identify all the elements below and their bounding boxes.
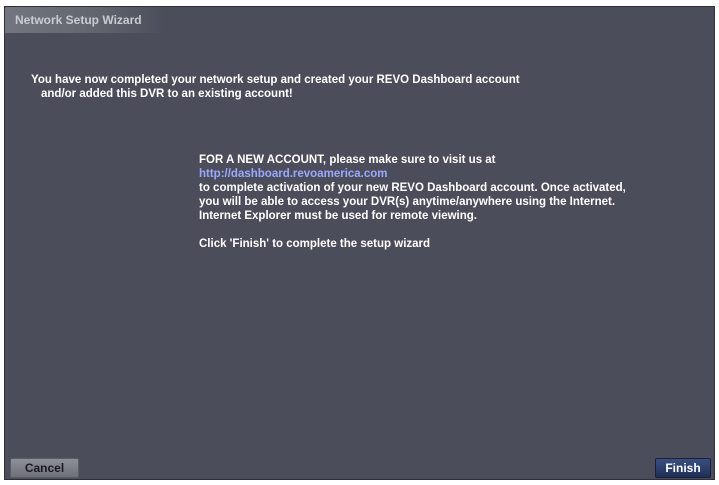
info-line1: FOR A NEW ACCOUNT, please make sure to v… xyxy=(199,154,496,166)
network-setup-wizard-window: Network Setup Wizard You have now comple… xyxy=(4,6,715,480)
window-title: Network Setup Wizard xyxy=(15,13,142,27)
info-line5: Internet Explorer must be used for remot… xyxy=(199,210,477,222)
completion-message: You have now completed your network setu… xyxy=(31,73,520,101)
info-line4: you will be able to access your DVR(s) a… xyxy=(199,196,616,208)
title-bar: Network Setup Wizard xyxy=(5,7,165,33)
finish-button[interactable]: Finish xyxy=(655,458,711,478)
completion-message-line1: You have now completed your network setu… xyxy=(31,74,520,86)
completion-message-line2: and/or added this DVR to an existing acc… xyxy=(41,88,293,100)
cancel-button[interactable]: Cancel xyxy=(10,458,79,478)
finish-instruction: Click 'Finish' to complete the setup wiz… xyxy=(199,238,431,250)
info-line3: to complete activation of your new REVO … xyxy=(199,182,626,194)
new-account-info: FOR A NEW ACCOUNT, please make sure to v… xyxy=(199,153,626,251)
dashboard-link[interactable]: http://dashboard.revoamerica.com xyxy=(199,167,626,181)
